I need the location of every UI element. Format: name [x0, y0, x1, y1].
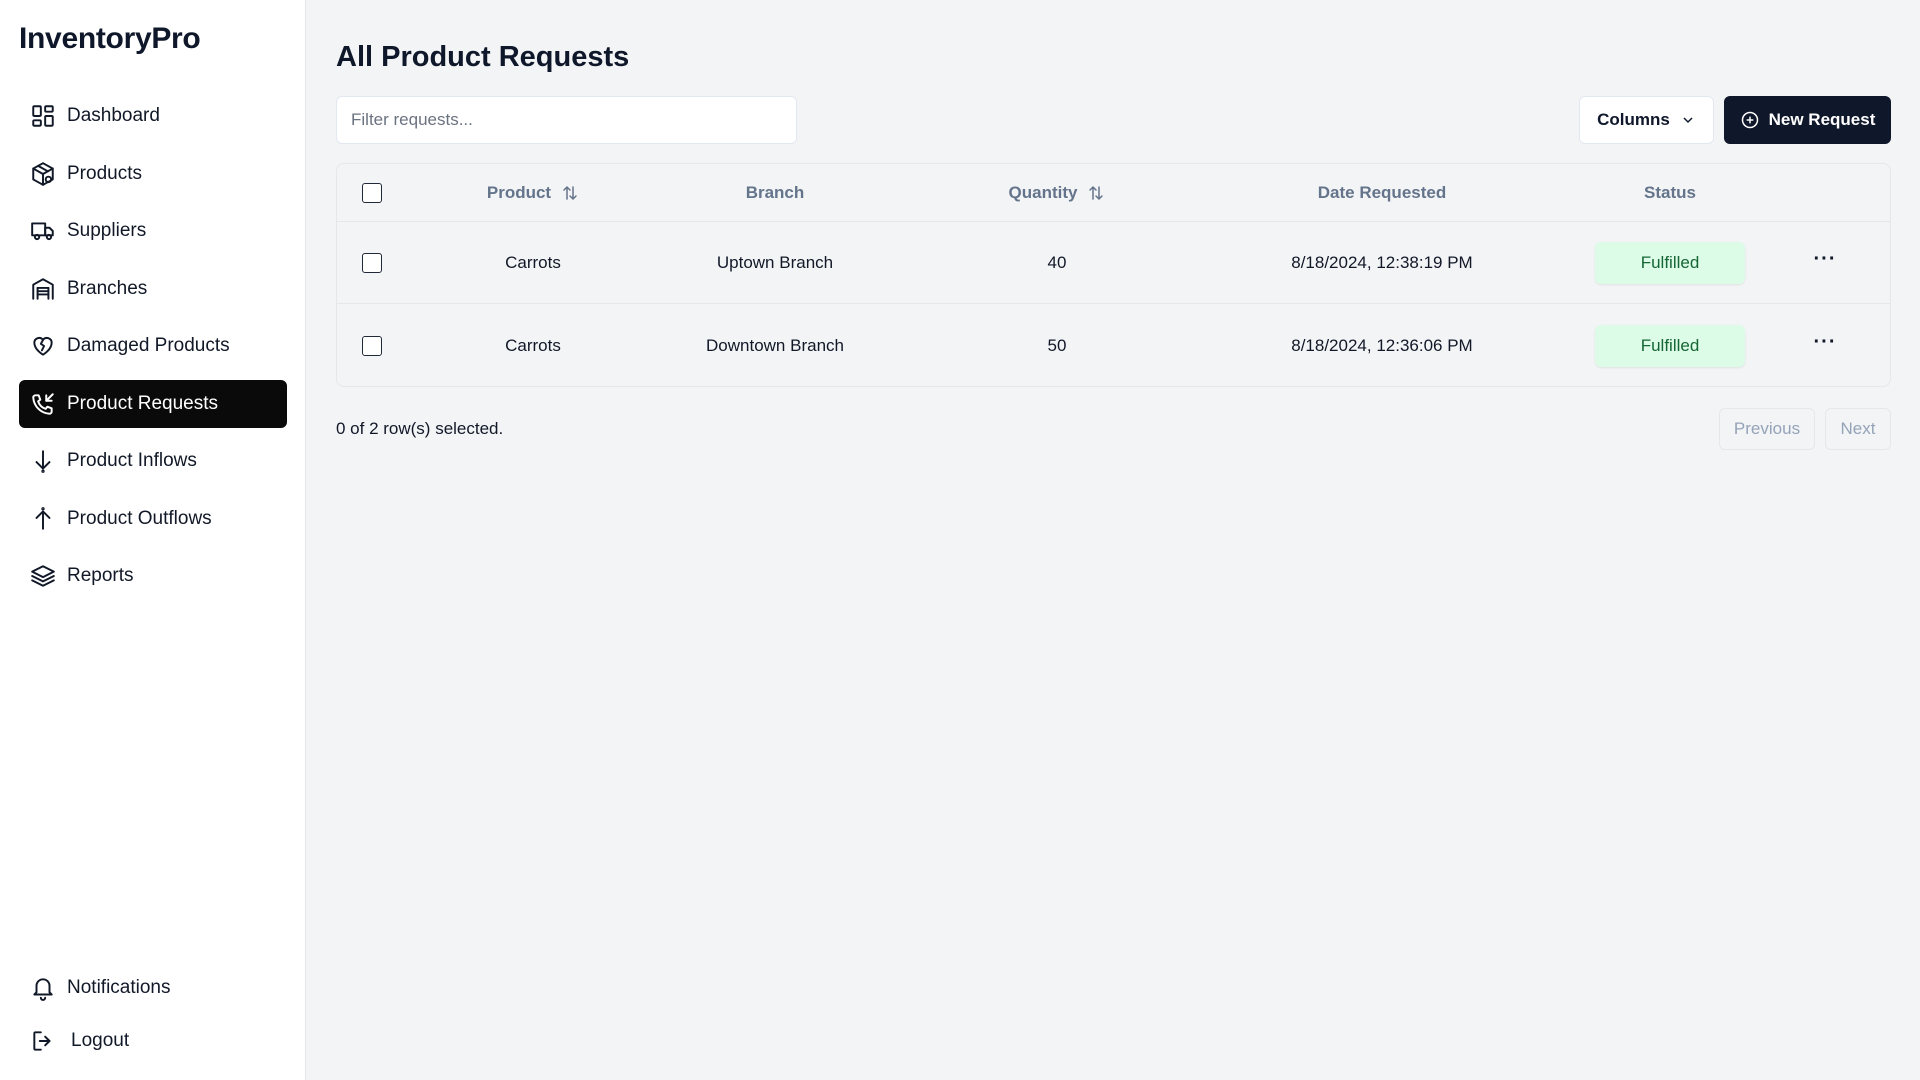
phone-incoming-icon [29, 390, 57, 418]
sidebar-item-label: Product Outflows [67, 507, 212, 529]
columns-button[interactable]: Columns [1579, 96, 1714, 144]
cell-branch: Downtown Branch [706, 336, 844, 355]
cell-date-requested: 8/18/2024, 12:36:06 PM [1291, 336, 1473, 355]
sidebar-item-label: Damaged Products [67, 335, 230, 356]
row-checkbox-cell [357, 222, 387, 303]
cell-branch: Uptown Branch [716, 252, 834, 272]
row-actions-cell: ··· [1807, 305, 1843, 387]
heart-crack-icon [29, 332, 57, 360]
sidebar-item-suppliers[interactable]: Suppliers [19, 207, 287, 255]
package-icon [29, 160, 57, 188]
sidebar-item-reports[interactable]: Reports [19, 552, 287, 600]
table-header: Product Branch Quantity Date Requested S… [337, 164, 1890, 222]
sidebar-item-product-inflows[interactable]: Product Inflows [19, 437, 287, 485]
chevron-down-icon [1683, 117, 1693, 124]
sidebar-item-dashboard[interactable]: Dashboard [19, 92, 287, 140]
columns-button-label: Columns [1597, 110, 1670, 129]
row-checkbox[interactable] [362, 336, 382, 356]
sidebar-item-label: Dashboard [67, 105, 160, 126]
warehouse-icon [29, 275, 57, 303]
sidebar-item-label: Product Requests [67, 392, 219, 414]
sidebar: InventoryPro Dashboard Products Supplier… [0, 0, 306, 1080]
cell-quantity: 50 [1047, 336, 1067, 355]
new-request-label: New Request [1768, 110, 1876, 129]
layers-icon [29, 562, 57, 590]
sidebar-item-products[interactable]: Products [19, 150, 287, 198]
arrow-up-icon [29, 505, 57, 533]
row-checkbox-cell [357, 305, 387, 387]
row-actions-cell: ··· [1807, 222, 1843, 303]
filter-input[interactable] [336, 96, 797, 144]
logout-icon [29, 1027, 57, 1055]
row-actions-button[interactable]: ··· [1814, 249, 1837, 277]
sidebar-item-notifications[interactable]: Notifications [19, 964, 287, 1012]
header-product-label: Product [486, 182, 552, 202]
sidebar-item-logout[interactable]: Logout [19, 1017, 287, 1065]
sidebar-item-label: Product Inflows [67, 450, 197, 471]
sidebar-item-label: Branches [67, 277, 148, 299]
status-badge: Fulfilled [1595, 325, 1745, 367]
header-quantity-label: Quantity [1008, 182, 1078, 202]
header-checkbox-cell [357, 164, 387, 221]
selected-rows-text: 0 of 2 row(s) selected. [336, 419, 504, 438]
page-title: All Product Requests [336, 41, 630, 73]
sidebar-item-label: Products [67, 162, 142, 184]
truck-icon [29, 217, 57, 245]
sort-icon [1089, 185, 1104, 200]
table-row: Carrots Downtown Branch 50 8/18/2024, 12… [337, 305, 1890, 387]
cell-product: Carrots [505, 252, 561, 272]
brand-logo: InventoryPro [19, 22, 201, 55]
header-branch: Branch [745, 182, 805, 202]
sidebar-item-branches[interactable]: Branches [19, 265, 287, 313]
table-row: Carrots Uptown Branch 40 8/18/2024, 12:3… [337, 222, 1890, 304]
header-date-requested: Date Requested [1317, 182, 1447, 202]
sidebar-item-product-requests[interactable]: Product Requests [19, 379, 287, 428]
sort-icon [563, 185, 577, 200]
cell-quantity: 40 [1047, 252, 1067, 272]
row-actions-button[interactable]: ··· [1814, 332, 1837, 360]
cell-product: Carrots [505, 336, 561, 355]
row-checkbox[interactable] [362, 252, 382, 273]
sidebar-item-label: Notifications [67, 977, 171, 998]
select-all-checkbox[interactable] [362, 182, 382, 203]
sidebar-item-label: Reports [67, 565, 134, 586]
new-request-button[interactable]: New Request [1724, 96, 1891, 144]
plus-circle-icon [1741, 111, 1758, 129]
next-page-button[interactable]: Next [1825, 408, 1891, 450]
previous-page-button[interactable]: Previous [1719, 408, 1815, 450]
header-product[interactable]: Product [435, 164, 631, 221]
sidebar-item-damaged-products[interactable]: Damaged Products [19, 322, 287, 370]
arrow-down-icon [29, 447, 57, 475]
header-status: Status [1644, 182, 1696, 202]
sidebar-item-label: Suppliers [67, 220, 147, 241]
sidebar-bottom: Notifications Logout [19, 964, 287, 1070]
sidebar-item-label: Logout [71, 1030, 130, 1051]
bell-icon [29, 974, 57, 1002]
sidebar-nav: Dashboard Products Suppliers Branches Da… [19, 92, 287, 610]
status-badge: Fulfilled [1595, 241, 1745, 284]
sidebar-item-product-outflows[interactable]: Product Outflows [19, 495, 287, 543]
cell-date-requested: 8/18/2024, 12:38:19 PM [1291, 252, 1473, 272]
requests-table: Product Branch Quantity Date Requested S… [336, 163, 1891, 387]
cell-status: Fulfilled [1595, 222, 1745, 303]
header-quantity[interactable]: Quantity [967, 164, 1147, 221]
cell-status: Fulfilled [1595, 305, 1745, 387]
dashboard-grid-icon [29, 102, 57, 130]
